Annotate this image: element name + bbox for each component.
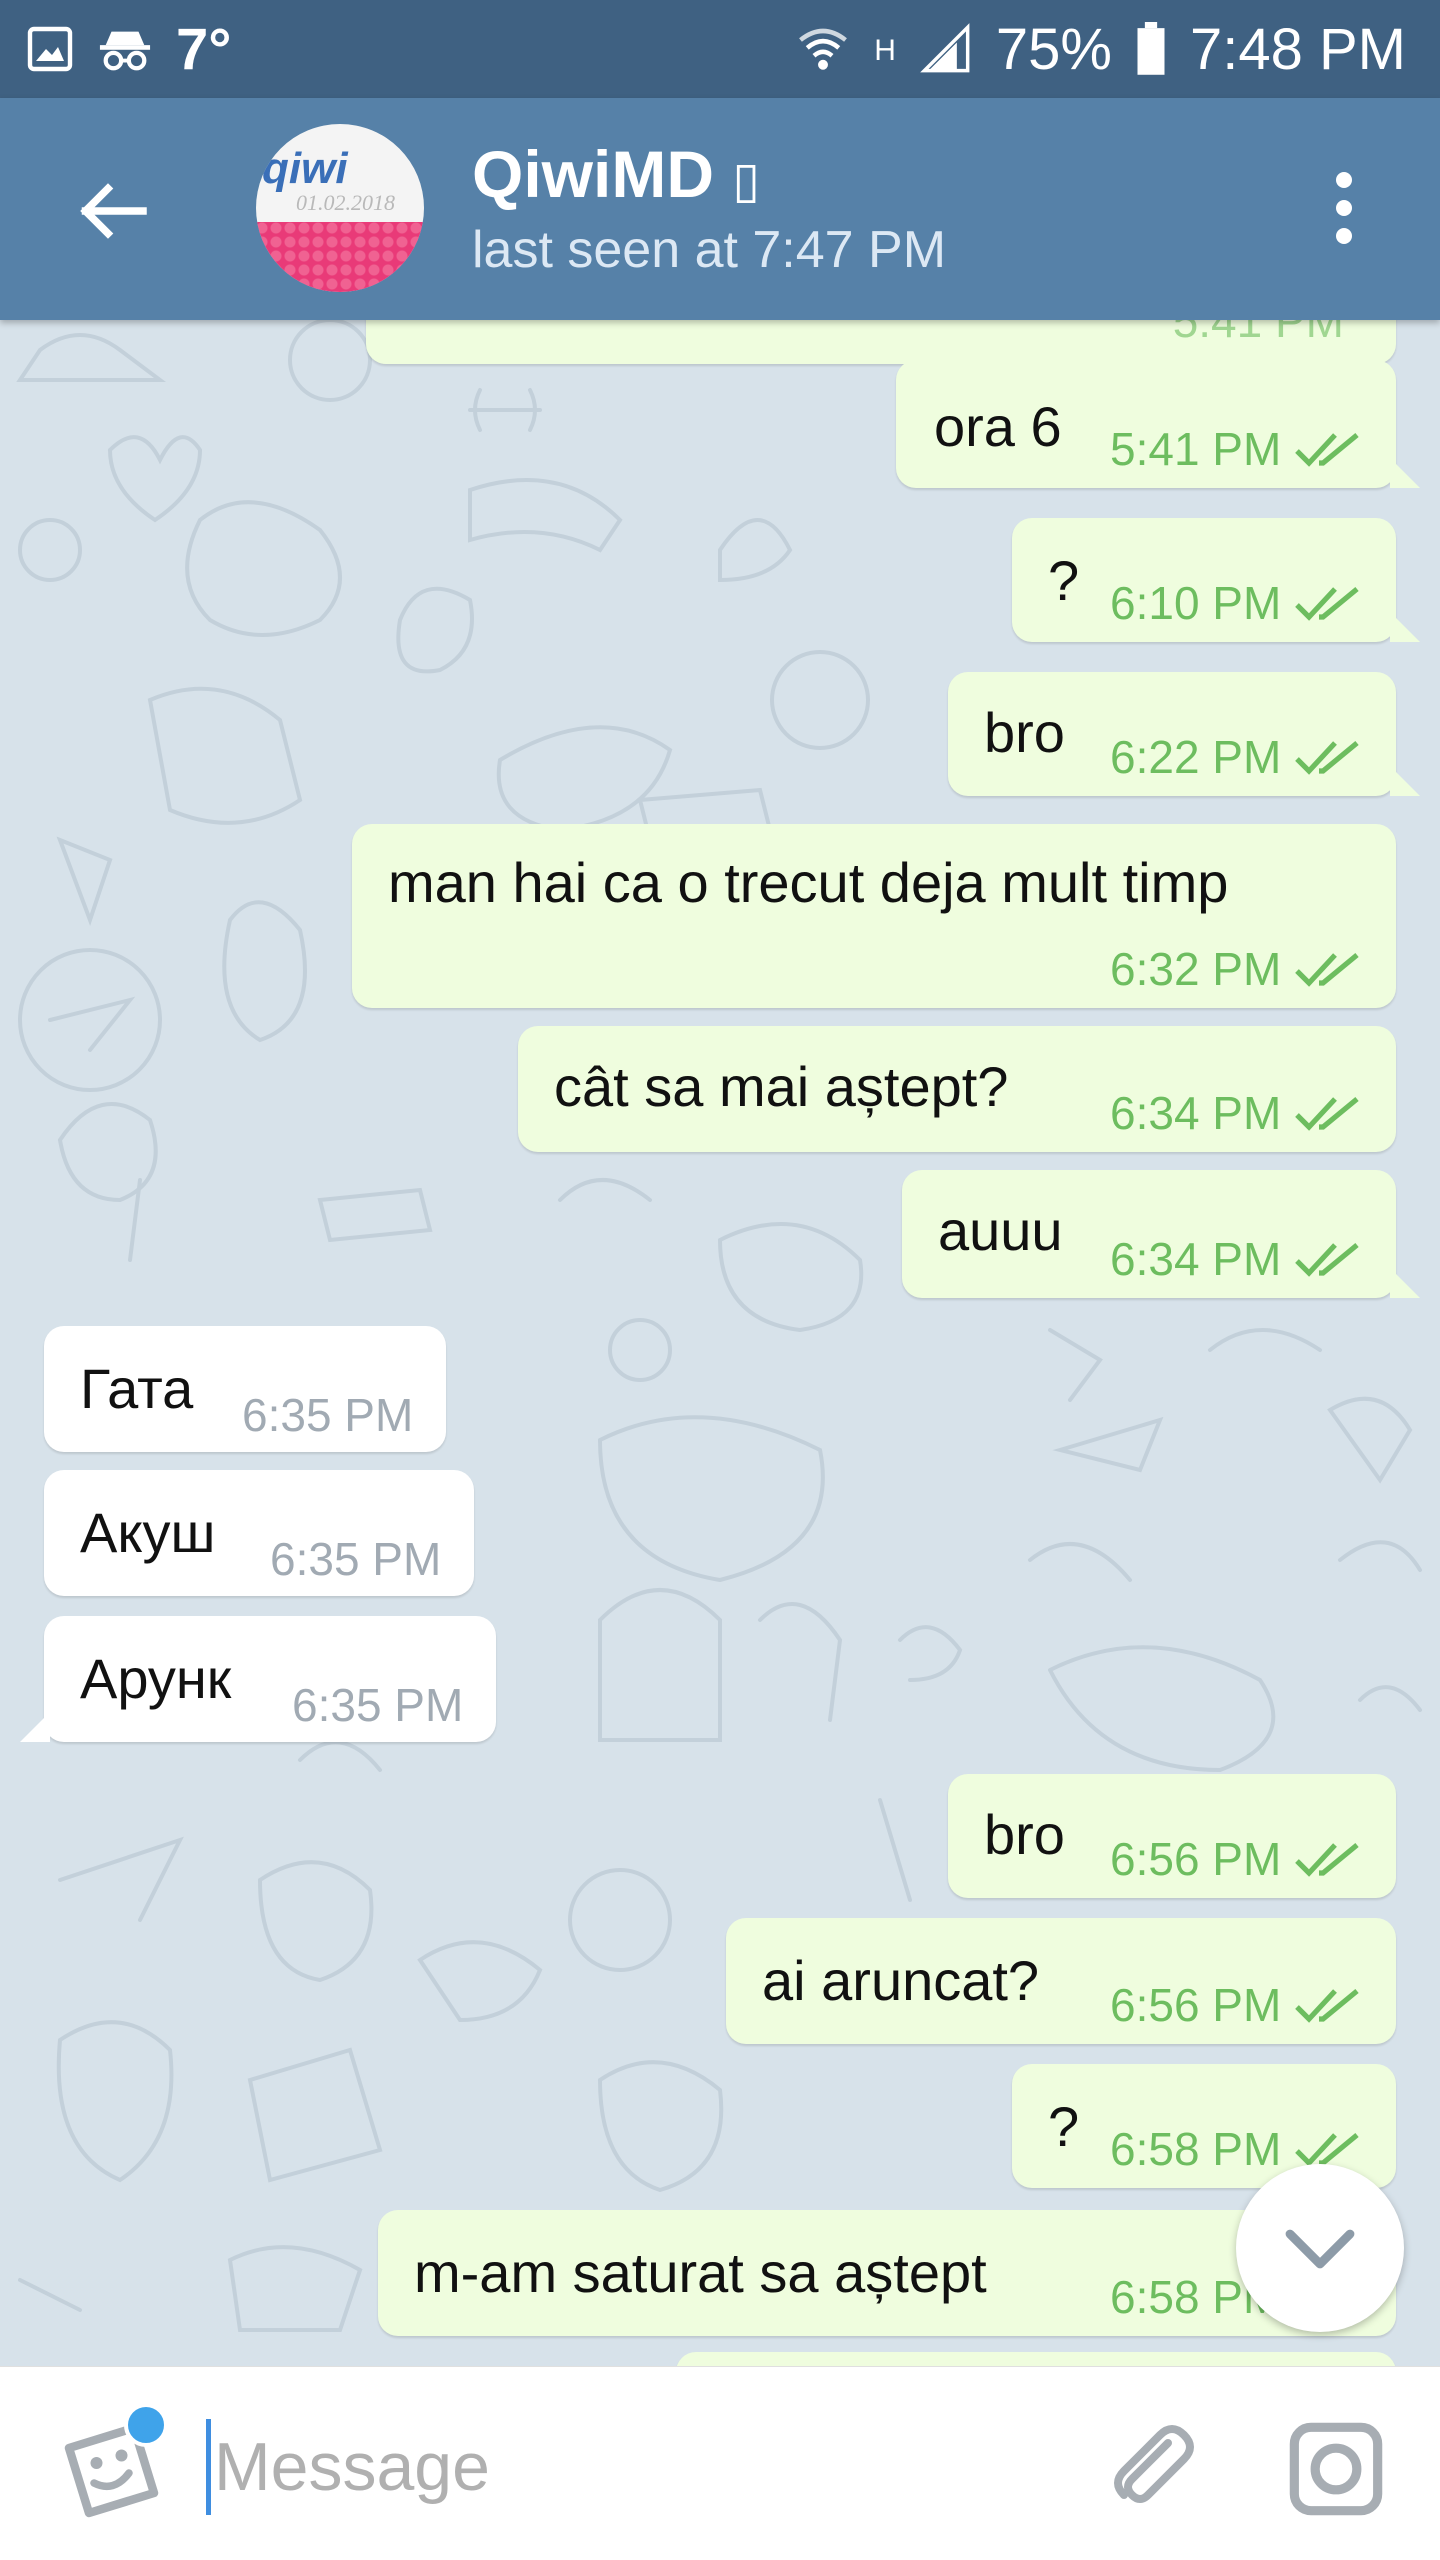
message-bubble-outgoing[interactable]: auuu 6:34 PM: [902, 1170, 1420, 1298]
message-list[interactable]: 5:41 PM ora 6 5:41 PM ? 6:10 PM bro 6:22…: [0, 320, 1440, 2366]
message-bubble-outgoing[interactable]: ora 6 5:41 PM: [896, 360, 1420, 488]
message-meta: 5:41 PM: [1173, 320, 1344, 348]
paperclip-icon: [1114, 2425, 1194, 2503]
read-check-icon: [1295, 1242, 1359, 1277]
message-text: m-am saturat sa aștept: [414, 2241, 987, 2304]
message-meta: 6:10 PM: [1110, 576, 1361, 630]
message-time: 5:41 PM: [1110, 423, 1282, 475]
message-meta: 6:56 PM: [1110, 1978, 1361, 2032]
message-bubble-incoming[interactable]: Арунк 6:35 PM: [20, 1616, 496, 1742]
read-check-icon: [1295, 1096, 1359, 1131]
avatar-logo: qiwi: [262, 144, 348, 193]
chat-title-suffix: ▯: [732, 152, 760, 208]
message-meta: 6:56 PM: [1110, 1832, 1361, 1886]
message-text: ?: [1048, 2095, 1080, 2158]
message-time: 6:35 PM: [242, 1389, 414, 1441]
more-vertical-icon-dot: [1336, 228, 1352, 244]
more-vertical-icon: [1336, 172, 1352, 188]
message-text: Гата: [80, 1357, 194, 1420]
message-bubble-incoming[interactable]: Акуш 6:35 PM: [44, 1470, 474, 1596]
scroll-to-bottom-button[interactable]: [1236, 2164, 1404, 2332]
message-time: 6:58 PM: [1110, 2123, 1282, 2175]
message-bubble-outgoing[interactable]: bro 6:56 PM: [948, 1774, 1396, 1898]
message-text: ai aruncat?: [762, 1949, 1040, 2012]
notification-dot: [124, 2403, 168, 2447]
read-check-icon: [1295, 586, 1359, 621]
read-check-icon: [1295, 1988, 1359, 2023]
chevron-down-icon: [1285, 2229, 1355, 2269]
message-bubble-outgoing-partial[interactable]: [676, 2352, 1396, 2366]
message-time: 6:34 PM: [1110, 1233, 1282, 1285]
more-options-button[interactable]: [1316, 158, 1372, 258]
avatar-pills-image: [256, 222, 424, 292]
message-text: Арунк: [80, 1647, 232, 1710]
message-text: ?: [1048, 549, 1080, 612]
read-check-icon: [1295, 740, 1359, 775]
message-bubble-outgoing[interactable]: cât sa mai aștept? 6:34 PM: [518, 1026, 1396, 1152]
sticker-button[interactable]: [54, 2403, 168, 2523]
chat-title-text: QiwiMD: [472, 137, 714, 211]
composer-bar: [0, 2366, 1440, 2560]
avatar-date: 01.02.2018: [296, 190, 395, 215]
message-time: 5:41 PM: [1172, 320, 1344, 347]
message-meta: 6:34 PM: [1110, 1232, 1361, 1286]
message-text: bro: [984, 1803, 1065, 1866]
incognito-icon: [98, 25, 152, 73]
read-check-icon: [1295, 2132, 1359, 2167]
message-time: 6:22 PM: [1110, 731, 1282, 783]
message-meta: 6:35 PM: [270, 1532, 441, 1586]
read-check-icon: [1295, 952, 1359, 987]
message-meta: 6:35 PM: [242, 1388, 413, 1442]
read-check-icon: [1295, 432, 1359, 467]
message-time: 6:34 PM: [1110, 1087, 1282, 1139]
message-time: 6:10 PM: [1110, 577, 1282, 629]
message-text: cât sa mai aștept?: [554, 1055, 1009, 1118]
message-meta: 6:35 PM: [292, 1678, 463, 1732]
message-time: 6:56 PM: [1110, 1979, 1282, 2031]
message-meta: 6:32 PM: [1110, 942, 1361, 996]
text-caret: [206, 2419, 211, 2515]
battery-percent: 75%: [995, 16, 1112, 82]
temperature: 7°: [176, 16, 232, 82]
read-check-icon: [1295, 1842, 1359, 1877]
camera-icon: [1289, 2422, 1383, 2516]
message-time: 6:35 PM: [292, 1679, 464, 1731]
status-bar: 7° H 75% 7:48 PM: [0, 0, 1440, 98]
message-time: 6:32 PM: [1110, 943, 1282, 995]
message-text: auuu: [938, 1199, 1063, 1262]
battery-icon: [1136, 22, 1166, 76]
message-input[interactable]: [214, 2407, 1034, 2527]
last-seen-status: last seen at 7:47 PM: [472, 221, 947, 279]
message-bubble-outgoing[interactable]: 5:41 PM: [366, 320, 1396, 364]
message-text: Акуш: [80, 1501, 216, 1564]
message-bubble-outgoing[interactable]: bro 6:22 PM: [948, 672, 1420, 796]
message-time: 6:56 PM: [1110, 1833, 1282, 1885]
message-bubble-outgoing[interactable]: man hai ca o trecut deja mult timp 6:32 …: [352, 824, 1396, 1008]
message-text: ora 6: [934, 395, 1062, 458]
message-bubble-outgoing[interactable]: ai aruncat? 6:56 PM: [726, 1918, 1396, 2044]
signal-icon: [920, 23, 972, 75]
chat-header: qiwi 01.02.2018 QiwiMD ▯ last seen at 7:…: [0, 98, 1440, 320]
message-time: 6:35 PM: [270, 1533, 442, 1585]
wifi-icon: [796, 22, 850, 76]
message-text: man hai ca o trecut deja mult timp: [388, 851, 1229, 914]
message-meta: 5:41 PM: [1110, 422, 1361, 476]
gallery-icon: [26, 25, 74, 73]
camera-button[interactable]: [1286, 2419, 1386, 2519]
back-arrow-icon: [80, 183, 147, 239]
avatar[interactable]: qiwi 01.02.2018: [256, 124, 424, 292]
chat-title[interactable]: QiwiMD ▯: [472, 136, 760, 212]
more-vertical-icon-dot: [1336, 200, 1352, 216]
message-bubble-outgoing[interactable]: ? 6:10 PM: [1012, 518, 1420, 642]
attach-button[interactable]: [1104, 2419, 1200, 2515]
clock: 7:48 PM: [1190, 16, 1406, 82]
network-type: H: [874, 33, 896, 67]
message-meta: 6:22 PM: [1110, 730, 1361, 784]
message-bubble-incoming[interactable]: Гата 6:35 PM: [44, 1326, 446, 1452]
message-meta: 6:34 PM: [1110, 1086, 1361, 1140]
message-text: bro: [984, 701, 1065, 764]
back-button[interactable]: [68, 166, 158, 256]
